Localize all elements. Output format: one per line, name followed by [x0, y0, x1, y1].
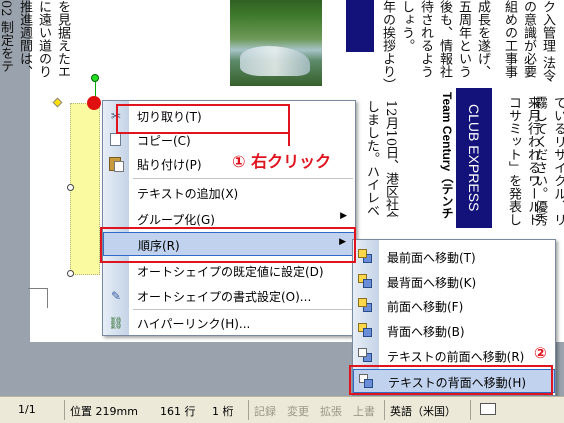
menu-item-send-to-back[interactable]: 最背面へ移動(K): [353, 270, 555, 294]
resize-handle[interactable]: [67, 184, 74, 191]
menu-divider: [133, 309, 353, 310]
right-click-marker: [87, 96, 101, 110]
send-backward-icon: [358, 323, 373, 338]
paste-icon: [109, 157, 124, 172]
rotation-handle[interactable]: [91, 74, 99, 82]
text-column: を見据えたエ に遠い道のり 推進週間は、 02 制定をテ: [0, 0, 70, 78]
order-item-callout: [100, 227, 356, 263]
resize-handle[interactable]: [67, 270, 74, 277]
menu-item-label: 前面へ移動(F): [387, 300, 464, 314]
menu-item-label: 最背面へ移動(K): [387, 276, 477, 290]
right-click-annotation: ① 右クリック: [232, 152, 332, 171]
in-front-of-text-icon: [358, 348, 373, 363]
status-separator: [384, 400, 385, 420]
club-express-banner: CLUB EXPRESS: [456, 88, 492, 228]
format-shape-icon: [108, 288, 124, 304]
behind-text-callout: [349, 365, 553, 395]
position-indicator: 位置 219mm: [70, 405, 138, 418]
menu-item-add-text[interactable]: テキストの追加(X): [103, 181, 355, 205]
navy-banner: [346, 0, 374, 52]
menu-item-format-autoshape[interactable]: オートシェイプの書式設定(O)...: [103, 284, 355, 308]
copy-icon: [110, 133, 121, 146]
status-bar: 1/1 位置 219mm 161 行 1 桁 記録 変更 拡張 上書 英語（米国…: [0, 396, 564, 423]
page-indicator: 1/1: [18, 403, 36, 416]
selected-autoshape[interactable]: [70, 103, 100, 275]
send-to-back-icon: [358, 274, 373, 289]
menu-divider: [133, 178, 353, 179]
text-column: ク入管理 法令 の意識が必要 組めの工事事: [502, 0, 555, 82]
team-century-heading: Team Century（テンチ: [440, 92, 454, 220]
margin-mark: [28, 288, 48, 289]
cut-item-callout: [116, 104, 290, 134]
record-mode[interactable]: 記録: [254, 403, 276, 419]
menu-item-label: 最前面へ移動(T): [387, 251, 476, 265]
menu-item-label: コピー(C): [137, 134, 191, 148]
menu-item-label: テキストの前面へ移動(R): [387, 350, 525, 364]
text-column: ているリサイクル、リユ 霧してください。優秀工: [532, 96, 564, 226]
menu-item-send-backward[interactable]: 背面へ移動(B): [353, 319, 555, 343]
river-photo[interactable]: [230, 0, 322, 86]
column-indicator: 1 桁: [212, 405, 234, 418]
margin-mark: [47, 288, 48, 308]
menu-item-label: テキストの追加(X): [137, 187, 239, 201]
line-indicator: 161 行: [160, 405, 196, 418]
language-indicator[interactable]: 英語（米国）: [390, 403, 456, 419]
spelling-status-icon[interactable]: [480, 403, 496, 415]
callout-line: [288, 104, 290, 146]
step-two-annotation: ②: [534, 344, 547, 362]
menu-item-label: オートシェイプの書式設定(O)...: [137, 290, 312, 304]
status-separator: [64, 400, 65, 420]
menu-item-label: 貼り付け(P): [137, 158, 202, 172]
menu-item-label: ハイパーリンク(H)...: [137, 317, 251, 331]
menu-item-label: 背面へ移動(B): [387, 325, 465, 339]
submenu-arrow-icon: ▶: [340, 211, 347, 221]
menu-item-label: オートシェイプの既定値に設定(D): [137, 265, 324, 279]
status-separator: [470, 400, 471, 420]
menu-item-hyperlink[interactable]: ハイパーリンク(H)...: [103, 311, 355, 335]
menu-item-label: グループ化(G): [137, 213, 215, 227]
bring-forward-icon: [358, 298, 373, 313]
extend-mode[interactable]: 拡張: [320, 403, 342, 419]
text-column: 12月10日、港区社会人 しました。ハイレベルな活: [364, 100, 398, 218]
overtype-mode[interactable]: 上書: [353, 403, 375, 419]
context-menu: 切り取り(T) コピー(C) 貼り付け(P) テキストの追加(X) グループ化(…: [102, 100, 356, 336]
status-separator: [248, 400, 249, 420]
text-column: 成長を遂げ、 五周年という 後も、情報社 待されるよう しょう。 年の挨拶より）: [380, 0, 490, 82]
hyperlink-icon: [108, 315, 124, 331]
menu-item-bring-to-front[interactable]: 最前面へ移動(T): [353, 245, 555, 269]
bring-to-front-icon: [358, 249, 373, 264]
menu-item-bring-forward[interactable]: 前面へ移動(F): [353, 294, 555, 318]
track-changes-mode[interactable]: 変更: [287, 403, 309, 419]
